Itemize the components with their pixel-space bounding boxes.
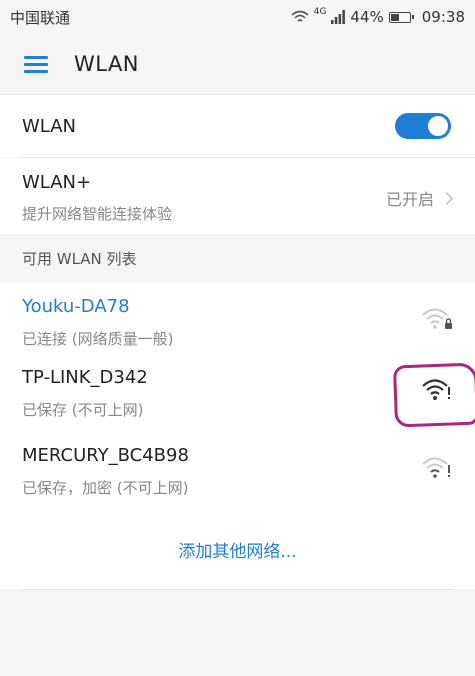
wlan-plus-subtitle: 提升网络智能连接体验: [22, 205, 173, 223]
network-status: 已连接 (网络质量一般): [22, 330, 174, 348]
wlan-plus-label: WLAN+: [22, 172, 92, 193]
signal-icon: [331, 10, 346, 24]
wlan-label: WLAN: [22, 115, 77, 137]
wifi-lock-icon: [422, 308, 452, 329]
wifi-exclamation-icon: [422, 457, 450, 478]
divider: [22, 589, 453, 590]
network-type-label: 4G: [313, 7, 327, 17]
add-network-label: 添加其他网络...: [178, 541, 297, 562]
network-item[interactable]: Youku-DA78 已连接 (网络质量一般): [0, 282, 475, 360]
network-name: TP-LINK_D342: [22, 367, 148, 388]
battery-percent: 44%: [350, 8, 384, 26]
section-title: 可用 WLAN 列表: [22, 249, 137, 268]
app-bar: WLAN: [0, 34, 475, 95]
wlan-plus-status: 已开启: [385, 190, 434, 209]
network-name: Youku-DA78: [22, 296, 130, 317]
menu-icon[interactable]: [24, 54, 50, 74]
annotation-circle: [392, 362, 475, 428]
status-icons: 4G 44% 09:38: [291, 7, 465, 26]
wlan-toggle-row[interactable]: WLAN: [0, 95, 475, 157]
wlan-plus-value: 已开启: [385, 186, 453, 210]
wifi-status-icon: [291, 10, 309, 22]
page-title: WLAN: [74, 52, 140, 76]
network-item[interactable]: MERCURY_BC4B98 已保存，加密 (不可上网): [0, 431, 475, 509]
clock: 09:38: [421, 8, 465, 26]
carrier-label: 中国联通: [10, 8, 71, 27]
network-status: 已保存 (不可上网): [22, 401, 144, 419]
available-networks-header: 可用 WLAN 列表: [0, 234, 475, 282]
network-name: MERCURY_BC4B98: [22, 445, 189, 466]
wlan-plus-row[interactable]: WLAN+ 提升网络智能连接体验 已开启: [0, 158, 475, 234]
network-status: 已保存，加密 (不可上网): [22, 479, 189, 497]
chevron-right-icon: [440, 191, 453, 205]
wlan-switch[interactable]: [395, 113, 451, 139]
add-network-button[interactable]: 添加其他网络...: [0, 509, 475, 589]
battery-icon: [388, 11, 414, 23]
status-bar: 中国联通 4G 44% 09:38: [0, 0, 475, 34]
